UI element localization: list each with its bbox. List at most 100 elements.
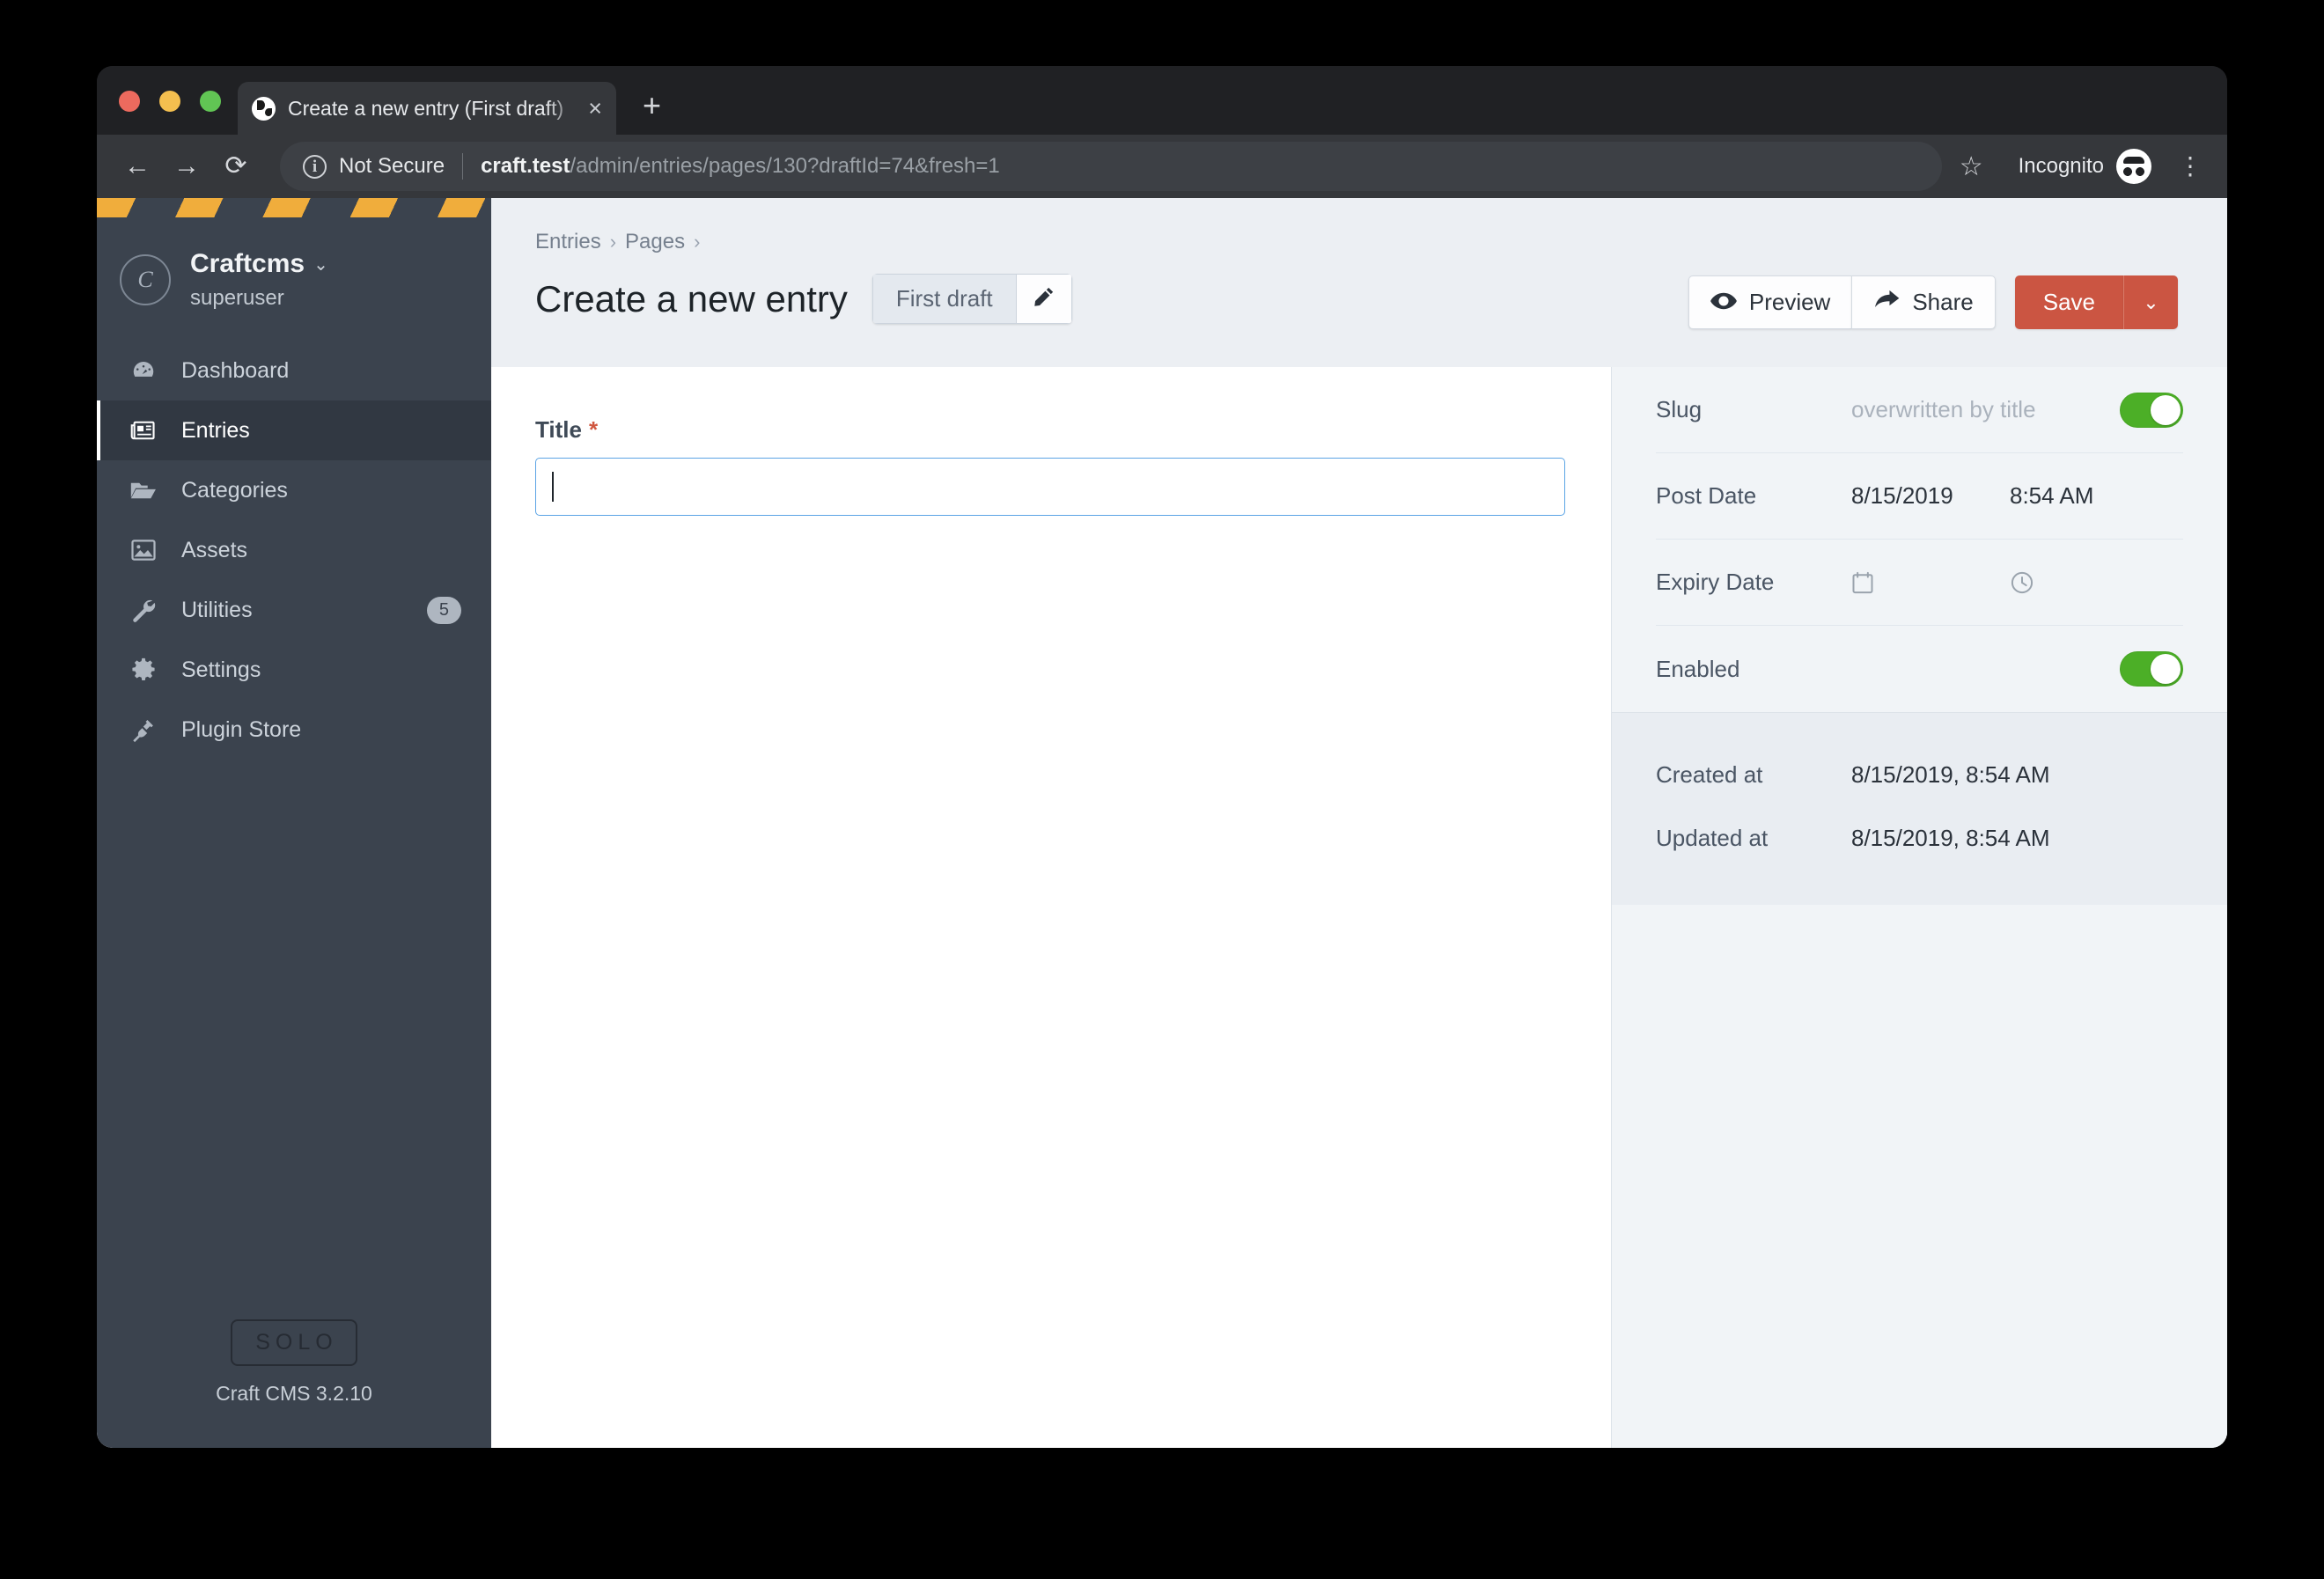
bookmark-star-icon[interactable]: ☆	[1960, 151, 1983, 182]
sidebar-item-badge: 5	[426, 596, 461, 624]
title-field-label: Title *	[535, 416, 1567, 444]
save-menu-button[interactable]: ⌄	[2123, 275, 2178, 329]
url-text: craft.test/admin/entries/pages/130?draft…	[481, 154, 1000, 179]
plug-icon	[123, 715, 164, 745]
page-title: Create a new entry	[535, 277, 848, 319]
site-name-text: Craftcms	[190, 249, 305, 278]
url-host: craft.test	[481, 154, 570, 178]
sidebar-item-label: Assets	[181, 537, 248, 562]
chevron-down-icon: ⌄	[2143, 290, 2159, 313]
draft-hazard-stripe	[97, 198, 491, 217]
minimize-window-button[interactable]	[159, 91, 180, 112]
title-label-text: Title	[535, 416, 582, 443]
post-date-row: Post Date 8/15/2019 8:54 AM	[1656, 453, 2183, 540]
slug-toggle[interactable]	[2120, 392, 2183, 428]
preview-button[interactable]: Preview	[1688, 275, 1852, 329]
calendar-icon	[1851, 570, 2010, 595]
draft-status-group: First draft	[872, 274, 1072, 324]
sidebar-nav: Dashboard Entries Categories Assets Util…	[97, 341, 491, 760]
back-icon[interactable]: ←	[113, 153, 162, 180]
updated-at-row: Updated at 8/15/2019, 8:54 AM	[1656, 806, 2183, 870]
main-pane: Title *	[491, 367, 1611, 1448]
avatar: C	[120, 254, 171, 305]
draft-status-chip[interactable]: First draft	[872, 274, 1016, 324]
breadcrumb-separator: ›	[609, 231, 617, 253]
save-button[interactable]: Save	[2014, 275, 2123, 329]
incognito-icon[interactable]	[2116, 149, 2151, 184]
body-area: Title * Slug overwritten by title Post D…	[491, 367, 2227, 1448]
sidebar-item-label: Settings	[181, 657, 261, 682]
new-tab-button[interactable]: +	[643, 90, 661, 121]
browser-tab[interactable]: Create a new entry (First draft) ×	[238, 82, 616, 135]
sidebar-item-utilities[interactable]: Utilities 5	[97, 580, 491, 640]
user-role: superuser	[190, 286, 284, 310]
chevron-down-icon[interactable]: ⌄	[313, 253, 328, 275]
browser-menu-icon[interactable]: ⋮	[2178, 154, 2203, 178]
reload-icon[interactable]: ⟳	[211, 153, 261, 180]
browser-tabstrip: Create a new entry (First draft) × +	[97, 66, 2227, 135]
sidebar-item-label: Plugin Store	[181, 716, 302, 742]
meta-fields: Slug overwritten by title Post Date 8/15…	[1612, 367, 2227, 712]
forward-icon[interactable]: →	[162, 153, 211, 180]
site-meta: Craftcms ⌄ superuser	[190, 249, 328, 311]
share-arrow-icon	[1873, 289, 1900, 316]
gauge-icon	[123, 356, 164, 386]
address-bar[interactable]: i Not Secure craft.test/admin/entries/pa…	[280, 142, 1942, 191]
meta-pane: Slug overwritten by title Post Date 8/15…	[1611, 367, 2227, 1448]
share-label: Share	[1912, 289, 1974, 315]
version-label: Craft CMS 3.2.10	[216, 1382, 372, 1405]
site-switcher[interactable]: C Craftcms ⌄ superuser	[97, 217, 491, 341]
slug-label: Slug	[1656, 396, 1703, 422]
expiry-date-row: Expiry Date	[1656, 540, 2183, 626]
post-date-label: Post Date	[1656, 482, 1757, 509]
close-window-button[interactable]	[119, 91, 140, 112]
breadcrumb-item-pages[interactable]: Pages	[625, 230, 685, 254]
sidebar-item-categories[interactable]: Categories	[97, 460, 491, 520]
required-marker: *	[588, 416, 599, 443]
sidebar-item-assets[interactable]: Assets	[97, 520, 491, 580]
profile-label: Incognito	[2018, 154, 2104, 178]
edition-badge[interactable]: SOLO	[231, 1319, 357, 1366]
meta-filler	[1612, 905, 2227, 1448]
updated-at-label: Updated at	[1656, 824, 1769, 851]
meta-footer: Created at 8/15/2019, 8:54 AM Updated at…	[1612, 712, 2227, 905]
created-at-value: 8/15/2019, 8:54 AM	[1851, 760, 2050, 788]
preview-label: Preview	[1748, 289, 1831, 315]
expiry-date-input[interactable]	[1851, 570, 2010, 595]
created-at-label: Created at	[1656, 760, 1763, 788]
gear-icon	[123, 655, 164, 685]
breadcrumb: Entries › Pages ›	[535, 230, 2178, 254]
text-cursor	[552, 472, 554, 502]
folder-icon	[123, 475, 164, 505]
share-button[interactable]: Share	[1851, 275, 1996, 329]
edit-draft-button[interactable]	[1015, 274, 1072, 324]
divider	[462, 153, 464, 180]
info-icon[interactable]: i	[303, 154, 327, 179]
clock-icon	[2010, 570, 2034, 595]
site-name: Craftcms ⌄	[190, 249, 328, 279]
maximize-window-button[interactable]	[200, 91, 221, 112]
expiry-date-label: Expiry Date	[1656, 569, 1775, 595]
eye-icon	[1710, 289, 1737, 316]
security-label: Not Secure	[339, 154, 445, 178]
sidebar-item-settings[interactable]: Settings	[97, 640, 491, 700]
close-icon[interactable]: ×	[588, 96, 602, 121]
sidebar-item-dashboard[interactable]: Dashboard	[97, 341, 491, 400]
post-date-input[interactable]: 8/15/2019	[1851, 482, 2010, 510]
newspaper-icon	[123, 415, 164, 445]
image-icon	[123, 535, 164, 565]
expiry-time-input[interactable]	[2010, 570, 2034, 595]
sidebar-item-plugin-store[interactable]: Plugin Store	[97, 700, 491, 760]
post-time-input[interactable]: 8:54 AM	[2010, 482, 2093, 510]
tab-title: Create a new entry (First draft)	[288, 96, 564, 120]
slug-input[interactable]: overwritten by title	[1851, 396, 2036, 423]
sidebar-item-entries[interactable]: Entries	[97, 400, 491, 460]
url-path: /admin/entries/pages/130?draftId=74&fres…	[570, 154, 1000, 178]
sidebar-item-label: Categories	[181, 477, 288, 503]
header-actions: Preview Share Save ⌄	[1688, 275, 2178, 329]
breadcrumb-item-entries[interactable]: Entries	[535, 230, 601, 254]
enabled-toggle[interactable]	[2120, 651, 2183, 687]
title-input[interactable]	[535, 458, 1565, 516]
window-controls	[119, 91, 221, 112]
sidebar-item-label: Utilities	[181, 597, 253, 622]
